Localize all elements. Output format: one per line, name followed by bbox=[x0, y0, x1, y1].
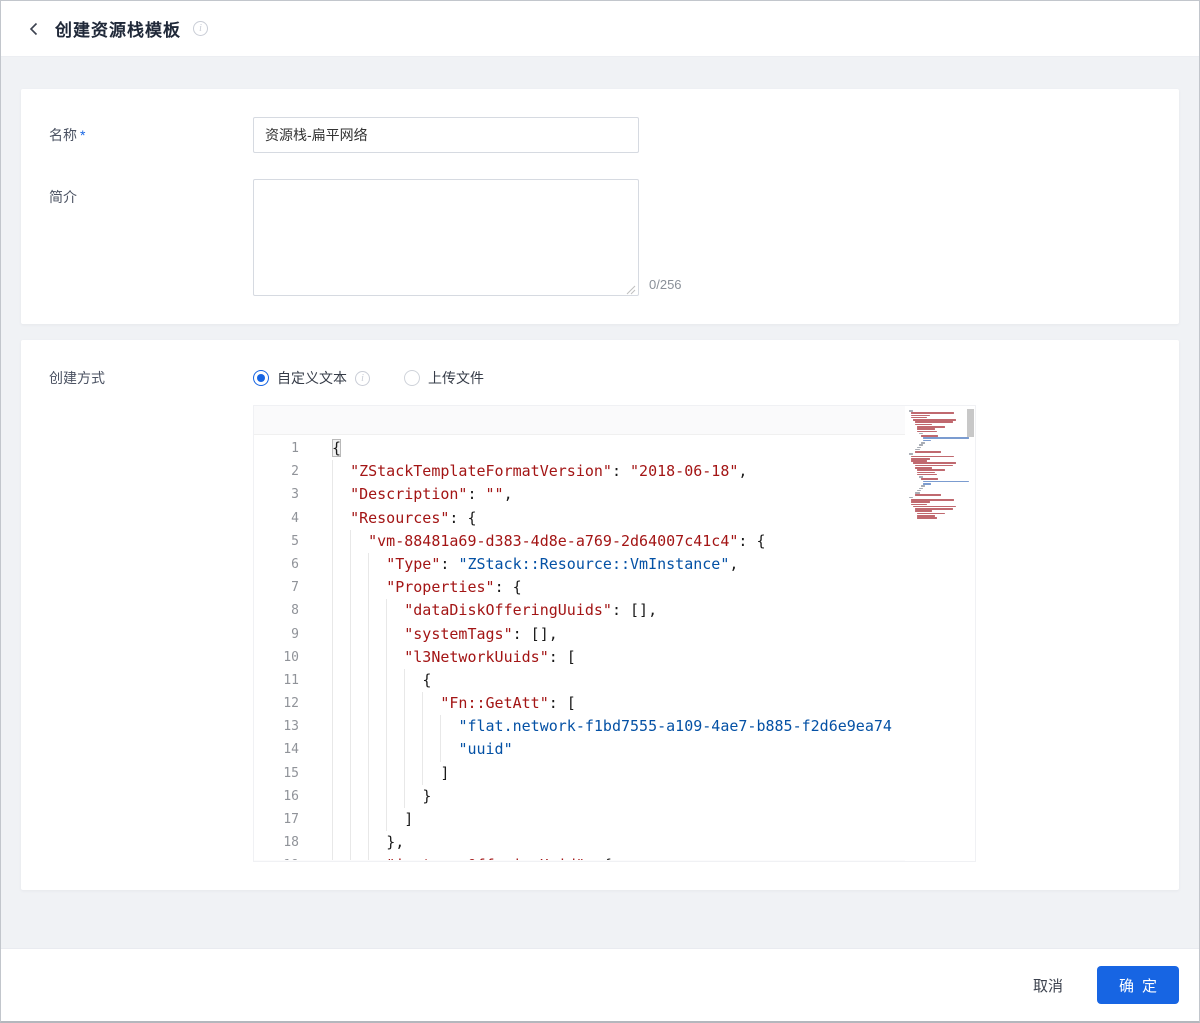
radio-unselected-icon[interactable] bbox=[404, 370, 420, 386]
page-header: 创建资源栈模板 i bbox=[1, 1, 1199, 57]
code-line: 1{ bbox=[254, 437, 975, 460]
editor-toolbar bbox=[254, 406, 975, 435]
radio-selected-icon[interactable] bbox=[253, 370, 269, 386]
create-stack-template-page: 创建资源栈模板 i 名称* 简介 bbox=[0, 0, 1200, 1023]
editor-scrollbar[interactable] bbox=[967, 409, 974, 437]
line-number: 1 bbox=[291, 441, 299, 456]
code-line: 14 "uuid" bbox=[254, 738, 975, 762]
line-number: 13 bbox=[283, 719, 299, 735]
line-number: 6 bbox=[291, 556, 299, 572]
code-line: 12 "Fn::GetAtt": [ bbox=[254, 692, 975, 716]
code-line: 7 "Properties": { bbox=[254, 576, 975, 600]
char-counter: 0/256 bbox=[649, 277, 682, 292]
minimap[interactable] bbox=[905, 406, 975, 861]
name-input[interactable] bbox=[253, 117, 639, 153]
line-number: 10 bbox=[283, 649, 299, 665]
footer-actions: 取消 确定 bbox=[1, 948, 1199, 1021]
radio-option-custom-text[interactable]: 自定义文本 i bbox=[253, 368, 370, 388]
required-mark: * bbox=[80, 127, 86, 143]
code-line: 18 }, bbox=[254, 831, 975, 855]
line-number: 12 bbox=[283, 696, 299, 712]
line-number: 19 bbox=[254, 854, 332, 860]
description-row: 简介 0/256 bbox=[49, 179, 1151, 296]
code-line: 15 ] bbox=[254, 761, 975, 785]
code-line: 19 "instanceOfferingUuid": { bbox=[254, 854, 975, 860]
line-number: 5 bbox=[291, 533, 299, 549]
description-textarea[interactable] bbox=[253, 179, 639, 296]
code-line: 6 "Type": "ZStack::Resource::VmInstance"… bbox=[254, 552, 975, 577]
line-number: 4 bbox=[291, 510, 299, 526]
confirm-button[interactable]: 确定 bbox=[1096, 966, 1179, 1004]
line-number: 15 bbox=[283, 765, 299, 781]
page-title: 创建资源栈模板 bbox=[55, 21, 181, 40]
page-body: 名称* 简介 0/256 创建方式 bbox=[1, 57, 1199, 948]
code-line: 13 "flat.network-f1bd7555-a109-4ae7-b885… bbox=[254, 715, 975, 739]
name-label: 名称 * bbox=[49, 127, 86, 143]
code-line: 5 "vm-88481a69-d383-4d8e-a769-2d64007c41… bbox=[254, 529, 975, 553]
radio-option-upload-file[interactable]: 上传文件 bbox=[404, 368, 484, 388]
title-info-icon[interactable]: i bbox=[193, 21, 208, 36]
code-line: 11 { bbox=[254, 668, 975, 693]
line-number: 14 bbox=[283, 742, 299, 758]
cancel-button[interactable]: 取消 bbox=[1029, 969, 1067, 1002]
back-icon[interactable] bbox=[25, 20, 43, 38]
code-line: 2 "ZStackTemplateFormatVersion": "2018-0… bbox=[254, 460, 975, 484]
line-number: 7 bbox=[291, 580, 299, 596]
code-lines[interactable]: 1{2 "ZStackTemplateFormatVersion": "2018… bbox=[254, 435, 975, 860]
line-number: 9 bbox=[291, 626, 299, 642]
code-line: 8 "dataDiskOfferingUuids": [], bbox=[254, 599, 975, 623]
code-line: 9 "systemTags": [], bbox=[254, 622, 975, 646]
name-row: 名称 * bbox=[49, 117, 1151, 153]
method-row: 创建方式 自定义文本 i 上传文件 bbox=[49, 368, 1151, 388]
line-number: 18 bbox=[283, 835, 299, 851]
resize-handle-icon[interactable] bbox=[626, 282, 636, 295]
line-number: 8 bbox=[291, 603, 299, 619]
code-line: 16 } bbox=[254, 784, 975, 808]
line-number: 11 bbox=[283, 672, 299, 688]
line-number: 3 bbox=[291, 487, 299, 503]
json-code-editor[interactable]: 1{2 "ZStackTemplateFormatVersion": "2018… bbox=[253, 405, 976, 862]
code-line: 4 "Resources": { bbox=[254, 506, 975, 530]
line-number: 2 bbox=[291, 464, 299, 480]
method-label: 创建方式 bbox=[49, 370, 105, 386]
line-number: 17 bbox=[283, 812, 299, 827]
code-line: 17 ] bbox=[254, 808, 975, 832]
creation-method-card: 创建方式 自定义文本 i 上传文件 1 {2 "ZStackTemplateF… bbox=[21, 340, 1179, 890]
code-line: 10 "l3NetworkUuids": [ bbox=[254, 645, 975, 669]
code-line: 3 "Description": "", bbox=[254, 483, 975, 507]
base-info-card: 名称* 简介 0/256 bbox=[21, 89, 1179, 324]
custom-text-info-icon[interactable]: i bbox=[355, 370, 370, 386]
description-label: 简介 bbox=[49, 189, 77, 205]
method-radio-group: 自定义文本 i 上传文件 bbox=[253, 368, 484, 388]
line-number: 16 bbox=[283, 788, 299, 804]
